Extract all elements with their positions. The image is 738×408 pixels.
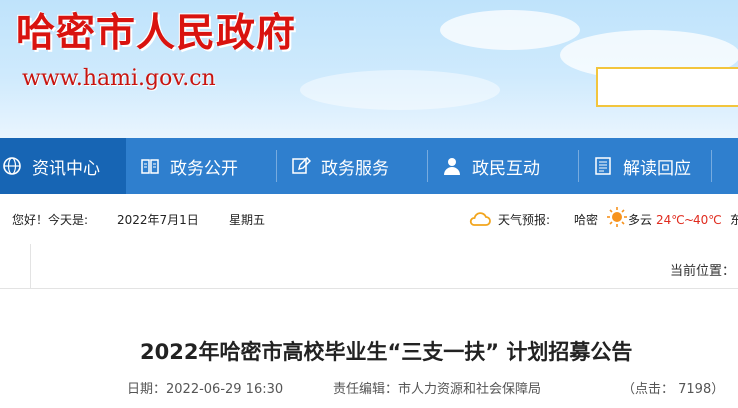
header-banner: 哈密市人民政府 www.hami.gov.cn (0, 0, 738, 138)
nav-label: 政务服务 (321, 158, 389, 179)
current-weekday: 星期五 (229, 213, 266, 227)
weather-city: 哈密 (574, 213, 599, 227)
breadcrumb-label: 当前位置： (670, 264, 736, 279)
sun-weather-icon (607, 207, 627, 230)
globe-icon (2, 156, 22, 176)
search-input[interactable] (596, 67, 738, 107)
nav-item-government-services[interactable]: 政务服务 (291, 138, 427, 194)
cloud-weather-icon (468, 209, 492, 232)
cloud-decoration (300, 70, 500, 110)
nav-label: 解读回应 (623, 158, 691, 179)
weather-extra: 东 (730, 213, 738, 227)
current-date: 2022年7月1日 (117, 213, 199, 227)
person-icon (442, 156, 462, 176)
info-bar: 您好！今天是: 2022年7月1日 星期五 天气预报: 哈密 多云 24℃ ~ … (0, 194, 738, 244)
nav-item-government-affairs[interactable]: 政务公开 (140, 138, 276, 194)
document-icon (593, 156, 613, 176)
cloud-decoration (440, 10, 580, 50)
breadcrumb: 当前位置： (0, 244, 738, 289)
nav-label: 政民互动 (472, 158, 540, 179)
temp-high: 40℃ (693, 213, 722, 227)
article-editor: 责任编辑：市人力资源和社会保障局 (333, 382, 542, 397)
article-date: 日期：2022-06-29 16:30 (127, 382, 284, 397)
site-title[interactable]: 哈密市人民政府 (16, 8, 296, 58)
nav-divider (711, 150, 712, 182)
breadcrumb-tab[interactable] (0, 244, 31, 288)
book-icon (140, 156, 160, 176)
greeting-text: 您好！今天是: (12, 213, 89, 227)
temp-low: 24℃ (656, 213, 685, 227)
nav-item-interpretation[interactable]: 解读回应 (593, 138, 711, 194)
site-url: www.hami.gov.cn (22, 66, 216, 91)
weather-condition: 多云 (628, 213, 653, 227)
weather-label: 天气预报: (498, 213, 551, 227)
nav-label: 资讯中心 (32, 158, 100, 179)
main-nav: 资讯中心 政务公开 政务服务 政民互动 解读回应 (0, 138, 738, 194)
nav-item-news-center[interactable]: 资讯中心 (0, 138, 126, 194)
article-clicks: （点击： 7198） (622, 382, 725, 397)
article-title: 2022年哈密市高校毕业生“三支一扶” 计划招募公告 (140, 340, 633, 364)
edit-icon (291, 156, 311, 176)
nav-item-public-interaction[interactable]: 政民互动 (442, 138, 578, 194)
nav-label: 政务公开 (170, 158, 238, 179)
